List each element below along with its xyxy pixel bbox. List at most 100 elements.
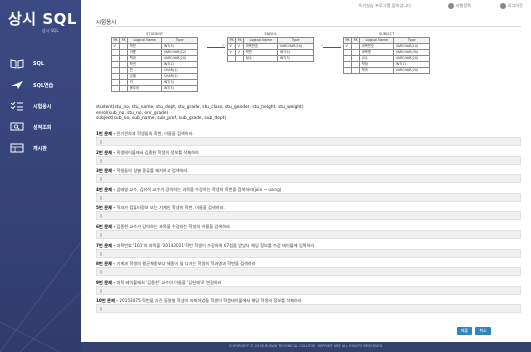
question-number: 4번 문제 - <box>96 186 116 192</box>
sidebar-item-label: SQL연습 <box>33 82 54 89</box>
answer-input[interactable] <box>96 174 521 184</box>
sidebar-item-grades[interactable]: 성적조회 <box>6 117 78 137</box>
enrol-schema: PK FK Logical Name Type V V 과목번호 VARCHAR(10… <box>226 37 315 62</box>
question-number: 5번 문제 - <box>96 205 116 211</box>
answer-input[interactable] <box>96 137 521 146</box>
table-cell: 점수 <box>243 55 279 62</box>
question-body: 김종헌 교수가 강의하는 과목을 수강하는 학생의 이름을 검색하라. <box>115 223 232 229</box>
textarea-resize-icon <box>100 177 102 182</box>
table-cell <box>119 85 129 92</box>
page-title: 시험응시 <box>96 20 117 26</box>
answer-input[interactable] <box>96 304 521 314</box>
table-cell <box>342 67 353 74</box>
table-cell <box>110 85 121 92</box>
textarea-resize-icon <box>100 158 102 163</box>
app-logo-subtitle: 상시 SQL <box>42 28 59 33</box>
subject-table: SUBJECT PK FK Logical Name Type V 과목번호 VAR… <box>342 32 431 74</box>
sidebar-item-label: 성적조회 <box>33 124 52 131</box>
question-item: 2번 문제 - 학생테이블에서 김종헌 학생의 정보를 삭제하라 <box>96 150 521 169</box>
student-table: STUDENT PK FK Logical Name Type V 학번 INT(5… <box>110 32 199 92</box>
question-number: 1번 문제 - <box>96 131 116 136</box>
answer-input[interactable] <box>96 285 521 295</box>
question-item: 4번 문제 - 김태영 교수, 김유석 교수가 강의하는 과목을 수강하는 학생… <box>96 187 521 206</box>
title-divider <box>96 26 521 27</box>
question-number: 2번 문제 - <box>96 149 116 155</box>
submit-button[interactable]: 제출 <box>457 327 472 335</box>
user-info[interactable]: 자행정쪽 <box>447 3 471 9</box>
sidebar-item-exam[interactable]: 시험응시 <box>6 96 78 116</box>
question-body: 과목 테이블에서 '김종헌' 교수의 이름을 '김헌재'로 변경하라 <box>115 279 222 285</box>
sidebar-item-label: 시험응시 <box>33 103 52 110</box>
question-body: 학생테이블에서 김종헌 학생의 정보를 삭제하라 <box>115 149 199 155</box>
answer-input[interactable] <box>96 211 521 221</box>
answer-input[interactable] <box>96 192 521 202</box>
question-item: 1번 문제 - 전기전자과 학생들의 학번, 이름을 검색하라. <box>96 131 521 150</box>
subject-schema: PK FK Logical Name Type V 과목번호 VARCHAR(10)… <box>342 37 431 74</box>
question-body: 기계과 학생의 평균체중보다 체중이 덜 나가는 학생의 학과명과 학번을 검색… <box>115 261 256 267</box>
question-item: 9번 문제 - 과목 테이블에서 '김종헌' 교수의 이름을 '김헌재'로 변경… <box>96 280 521 299</box>
question-list: 1번 문제 - 전기전자과 학생들의 학번, 이름을 검색하라. 2번 문제 -… <box>96 131 521 317</box>
question-body: 김태영 교수, 김유석 교수가 강의하는 과목을 수강하는 학생의 학번을 검색… <box>115 186 282 192</box>
sidebar-menu: SQL SQL연습 시험응시 성적조회 게시판 <box>6 54 78 159</box>
copyright-text: COPYRIGHT © 2018 BUSAN TECHNICAL COLLEGE… <box>228 344 384 348</box>
textarea-resize-icon <box>100 288 102 293</box>
logout-icon <box>499 3 506 9</box>
question-number: 8번 문제 - <box>96 261 116 267</box>
user-name: 자행정쪽 <box>455 3 471 8</box>
footer: COPYRIGHT © 2018 BUSAN TECHNICAL COLLEGE… <box>81 342 531 352</box>
question-body: 학생들의 성별 종류를 제거하고 검색하라. <box>115 168 189 174</box>
welcome-text: 독거실습 프로그램 접속입니다 <box>358 3 411 8</box>
question-item: 5번 문제 - 학과가 컴퓨터정보 또는 기계인 학생의 학번, 이름을 검색하… <box>96 205 521 224</box>
answer-input[interactable] <box>96 267 521 277</box>
question-item: 3번 문제 - 학생들의 성별 종류를 제거하고 검색하라. <box>96 168 521 187</box>
question-number: 3번 문제 - <box>96 168 116 174</box>
question-body: 20153075 학번을 가진 동명칠 학생이 자퇴하였을 학생이 학생테이블에… <box>118 298 302 304</box>
enrol-table-title: ENROL <box>264 32 277 36</box>
textarea-resize-icon <box>100 270 102 275</box>
user-icon <box>447 3 454 9</box>
question-number: 6번 문제 - <box>96 223 116 229</box>
table-cell <box>351 67 361 74</box>
question-item: 7번 문제 - 과목번호 '101'의 과목을 '20142021'학번 학생이… <box>96 243 521 262</box>
textarea-resize-icon <box>100 232 102 237</box>
student-table-title: STUDENT <box>146 32 164 36</box>
table-cell: 학과 <box>359 67 395 74</box>
answer-input[interactable] <box>96 248 521 258</box>
cancel-button[interactable]: 취소 <box>475 327 491 335</box>
sidebar-item-sql-practice[interactable]: SQL연습 <box>6 75 78 95</box>
table-row: 점수 INT(3) <box>226 55 315 62</box>
table-cell: INT(3) <box>277 55 315 62</box>
question-item: 10번 문제 - 20153075 학번을 가진 동명칠 학생이 자퇴하였을 학… <box>96 298 521 317</box>
question-number: 9번 문제 - <box>96 279 116 285</box>
textarea-resize-icon <box>100 214 102 219</box>
relation-student: student(stu_no, stu_name, stu_dept, stu_… <box>96 105 304 110</box>
table-cell <box>226 55 237 62</box>
relation-definitions: student(stu_no, stu_name, stu_dept, stu_… <box>96 105 304 122</box>
relation-subject: subject(sub_no, sub_name, sub_prof, sub_… <box>96 116 227 122</box>
enrol-table: ENROL PK FK Logical Name Type V V 과목번호 VARC… <box>226 32 315 62</box>
textarea-resize-icon <box>100 307 102 312</box>
relation-connector <box>323 47 341 48</box>
plane-icon <box>6 78 28 92</box>
app-logo[interactable]: 상시 SQL <box>8 8 77 29</box>
student-schema: PK FK Logical Name Type V 학번 INT(5) 이름 VARC… <box>110 37 199 92</box>
table-row: 학과 VARCHAR(20) <box>342 67 431 74</box>
sidebar-item-label: SQL <box>33 61 45 67</box>
answer-input[interactable] <box>96 155 521 165</box>
book-icon <box>6 57 28 71</box>
logout-button[interactable]: 로그아웃 <box>499 3 523 9</box>
textarea-resize-icon <box>100 251 102 256</box>
sidebar: 상시 SQL 상시 SQL SQL SQL연습 시험응시 성적조회 게시판 <box>0 0 81 352</box>
question-body: 과목번호 '101'의 과목을 '20142021'학번 학생이 수강하여 67… <box>115 242 316 248</box>
board-icon <box>6 141 28 155</box>
main-content: 시험응시 STUDENT PK FK Logical Name Type V 학번… <box>81 12 531 338</box>
question-number: 7번 문제 - <box>96 242 116 248</box>
list-check-icon <box>6 99 28 113</box>
answer-input[interactable] <box>96 229 521 239</box>
table-cell: 몸무게 <box>127 85 163 92</box>
question-number: 10번 문제 - <box>96 298 119 304</box>
sidebar-item-sql[interactable]: SQL <box>6 54 78 74</box>
search-monitor-icon <box>6 120 28 134</box>
sidebar-item-board[interactable]: 게시판 <box>6 138 78 158</box>
sidebar-item-label: 게시판 <box>33 145 47 152</box>
